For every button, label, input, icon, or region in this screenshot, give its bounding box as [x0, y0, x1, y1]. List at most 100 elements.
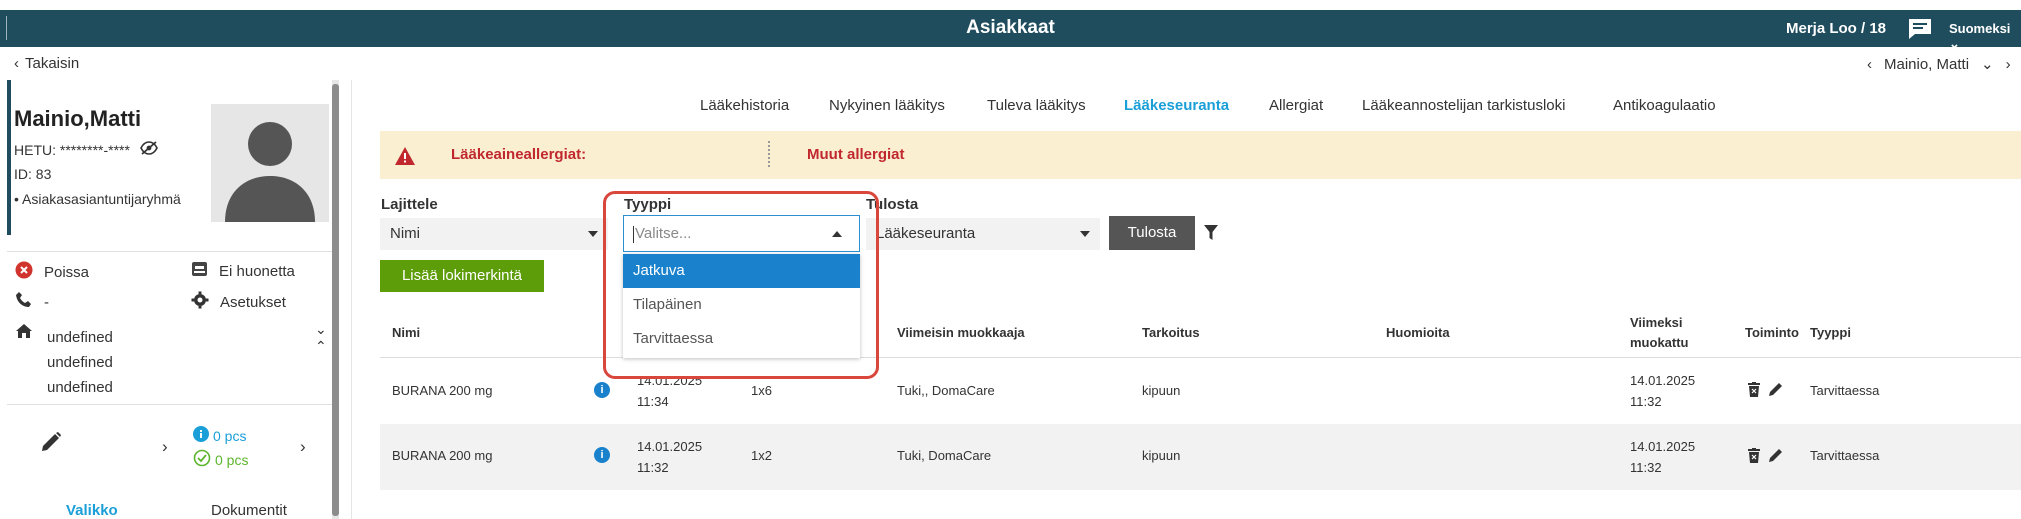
status-absent: Poissa — [15, 261, 89, 283]
row-mod-date: 14.01.2025 — [1630, 439, 1696, 454]
check-circle-icon — [193, 449, 211, 470]
sidebar-divider — [7, 404, 332, 405]
row-mod-time: 11:32 — [1630, 394, 1662, 409]
add-log-entry-button[interactable]: Lisää lokimerkintä — [380, 260, 544, 292]
chevron-right-icon[interactable]: › — [300, 437, 306, 457]
back-link[interactable]: ‹ Takaisin — [14, 55, 79, 72]
row-mod-time: 11:32 — [1630, 460, 1662, 475]
row-name: BURANA 200 mg — [392, 383, 493, 398]
tab-upcoming-medication[interactable]: Tuleva lääkitys — [987, 97, 1086, 114]
row-modified: 14.01.2025 11:32 — [1630, 436, 1695, 478]
row-type: Tarvittaessa — [1810, 383, 1880, 398]
delete-icon[interactable] — [1748, 448, 1760, 469]
sort-select[interactable]: Nimi — [380, 218, 608, 250]
bed-icon — [191, 261, 208, 281]
col-type[interactable]: Tyyppi — [1810, 323, 1851, 343]
banner-divider — [768, 141, 770, 167]
delete-icon[interactable] — [1748, 382, 1760, 403]
col-purpose[interactable]: Tarkoitus — [1142, 323, 1200, 343]
tab-allergies[interactable]: Allergiat — [1269, 97, 1323, 114]
row-editor: Tuki, DomaCare — [897, 448, 992, 463]
status-text: Poissa — [44, 263, 90, 281]
patient-id: ID: 83 — [14, 166, 52, 182]
chevron-left-icon[interactable]: ‹ — [1867, 56, 1872, 73]
filter-icon[interactable] — [1204, 225, 1218, 245]
other-allergies-label: Muut allergiat — [807, 146, 905, 163]
patient-switcher[interactable]: ‹ Mainio, Matti ⌄ › — [1867, 55, 2011, 74]
info-icon[interactable]: i — [594, 447, 610, 463]
back-label: Takaisin — [25, 55, 80, 72]
settings-label: Asetukset — [220, 293, 286, 311]
col-name[interactable]: Nimi — [392, 323, 420, 343]
chevron-right-icon[interactable]: › — [2006, 56, 2011, 73]
chat-icon[interactable] — [1907, 17, 1933, 39]
sort-label: Lajittele — [381, 196, 438, 213]
row-datetime: 14.01.2025 11:32 — [637, 436, 702, 478]
hetu-text: HETU: ********-**** — [14, 141, 130, 158]
col-modified-line2: muokattu — [1630, 335, 1689, 350]
print-select[interactable]: Lääkeseuranta — [866, 218, 1100, 250]
col-last-editor[interactable]: Viimeisin muokkaaja — [897, 323, 1025, 343]
warning-icon — [394, 146, 416, 171]
tab-dispenser-log[interactable]: Lääkeannostelijan tarkistusloki — [1362, 97, 1565, 114]
address-line: undefined — [47, 379, 113, 396]
row-mod-date: 14.01.2025 — [1630, 373, 1696, 388]
row-purpose: kipuun — [1142, 383, 1181, 398]
row-date: 14.01.2025 — [637, 439, 703, 454]
info-icon[interactable]: i — [594, 382, 610, 398]
allergy-banner: Lääkeaineallergiat: Muut allergiat — [380, 131, 2021, 179]
top-bar: Asiakkaat Merja Loo / 18 Suomeksi ⌄ — [0, 10, 2021, 51]
col-notes[interactable]: Huomioita — [1386, 323, 1450, 343]
user-menu[interactable]: Merja Loo / 18 — [1786, 20, 1886, 37]
chevron-right-icon[interactable]: › — [162, 437, 168, 457]
scrollbar-thumb[interactable] — [332, 84, 339, 516]
print-value: Lääkeseuranta — [876, 225, 976, 242]
room-info: Ei huonetta — [191, 261, 295, 281]
tab-documents[interactable]: Dokumentit — [211, 502, 287, 519]
drug-allergies-label: Lääkeaineallergiat: — [451, 146, 587, 163]
patient-name: Mainio,Matti — [14, 106, 142, 131]
patient-hetu: HETU: ********-**** — [14, 141, 158, 158]
patient-group: • Asiakasasiantuntijaryhmä — [14, 191, 181, 207]
info-icon — [193, 426, 209, 445]
sort-value: Nimi — [390, 225, 420, 242]
eye-off-icon[interactable] — [140, 141, 158, 158]
language-label: Suomeksi — [1949, 21, 2011, 36]
patient-sidebar: Mainio,Matti HETU: ********-**** ID: 83 … — [7, 80, 339, 519]
tab-current-medication[interactable]: Nykyinen lääkitys — [829, 97, 945, 114]
address-line: undefined — [47, 354, 113, 371]
pencil-icon[interactable] — [1768, 447, 1784, 469]
done-count[interactable]: 0 pcs — [193, 449, 248, 470]
row-type: Tarvittaessa — [1810, 448, 1880, 463]
chevron-down-icon: ⌄ — [1981, 56, 1994, 73]
tab-medication-history[interactable]: Lääkehistoria — [700, 97, 789, 114]
info-count-text: 0 pcs — [213, 427, 247, 444]
avatar — [211, 104, 329, 222]
language-selector[interactable]: Suomeksi ⌄ — [1949, 21, 2021, 52]
focus-highlight-outline — [603, 191, 879, 379]
tab-medication-monitoring[interactable]: Lääkeseuranta — [1124, 97, 1229, 114]
col-modified[interactable]: Viimeksi muokattu — [1630, 313, 1689, 353]
phone-info: - — [15, 291, 49, 313]
row-editor: Tuki,, DomaCare — [897, 383, 995, 398]
main-separator — [351, 80, 352, 519]
phone-text: - — [44, 293, 49, 311]
sidebar-scrollbar[interactable] — [332, 80, 339, 519]
print-button[interactable]: Tulosta — [1109, 216, 1195, 250]
patient-switch-name: Mainio, Matti — [1884, 55, 1970, 73]
info-count[interactable]: 0 pcs — [193, 426, 246, 445]
pencil-icon[interactable] — [1768, 381, 1784, 403]
room-text: Ei huonetta — [219, 262, 295, 280]
address-block: undefined undefined undefined — [47, 325, 113, 400]
table-row[interactable]: BURANA 200 mg i 14.01.2025 11:32 1x2 Tuk… — [380, 424, 2021, 490]
chevron-down-icon — [1080, 231, 1090, 237]
settings-link[interactable]: Asetukset — [191, 291, 286, 313]
row-time: 11:34 — [637, 394, 669, 409]
row-time: 11:32 — [637, 460, 669, 475]
row-dose: 1x2 — [751, 448, 772, 463]
expand-icon[interactable]: ⌄ ⌃ — [315, 321, 327, 355]
pencil-icon[interactable] — [40, 431, 62, 458]
row-modified: 14.01.2025 11:32 — [1630, 370, 1695, 412]
tab-menu[interactable]: Valikko — [66, 502, 118, 519]
tab-anticoagulation[interactable]: Antikoagulaatio — [1613, 97, 1716, 114]
